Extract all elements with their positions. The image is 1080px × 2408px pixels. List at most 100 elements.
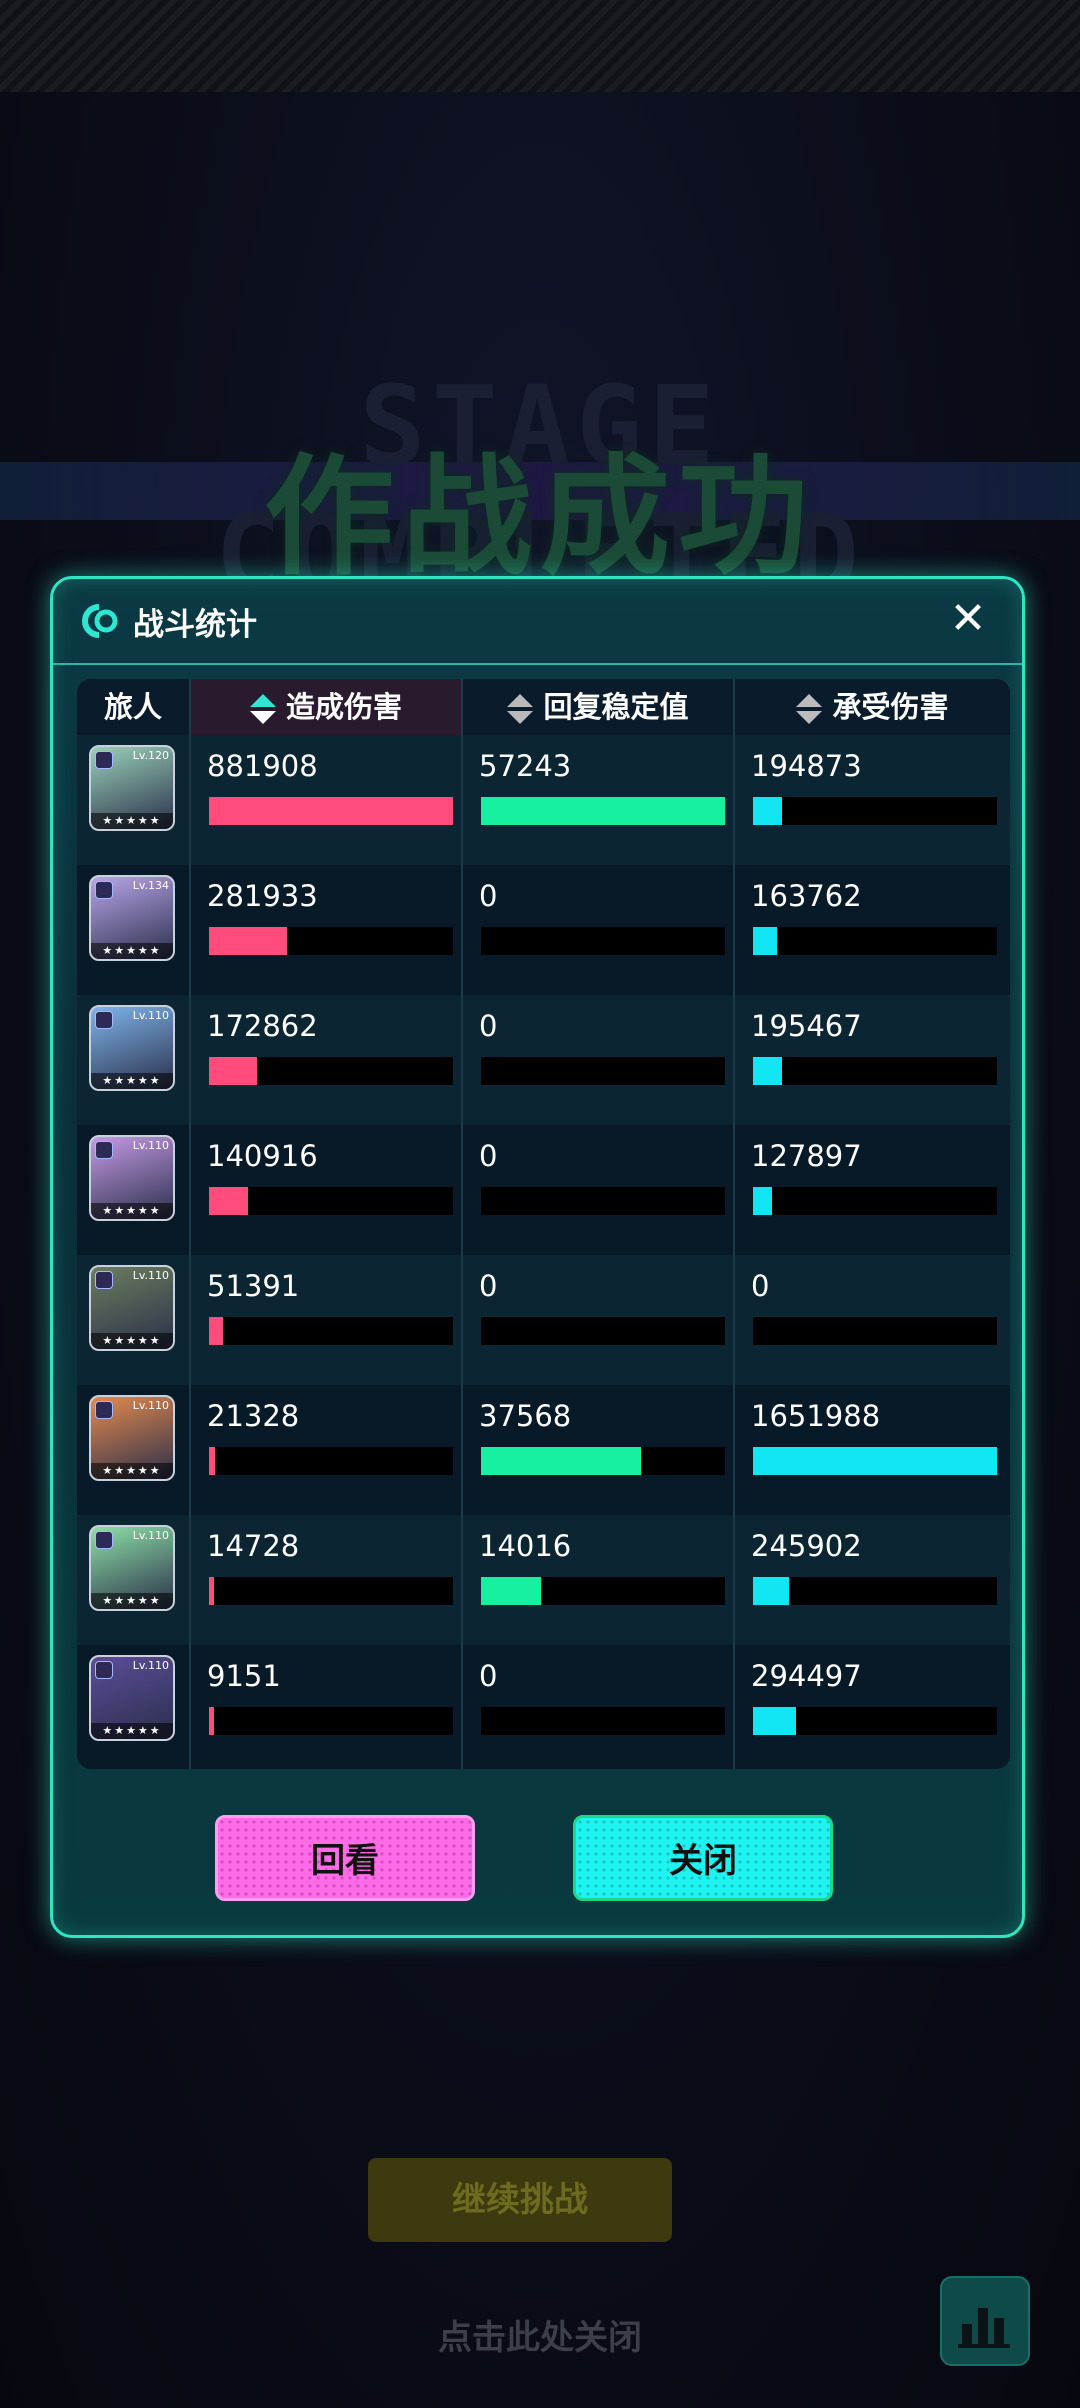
recovery-value: 0	[479, 879, 498, 913]
level-label: Lv.110	[132, 1529, 169, 1542]
damage-dealt-bar	[209, 797, 453, 825]
damage-taken-value: 194873	[751, 749, 862, 783]
damage-taken-bar	[753, 927, 997, 955]
class-icon	[95, 1531, 113, 1549]
damage-taken-bar	[753, 797, 997, 825]
star-rating: ★★★★★	[91, 943, 173, 959]
column-divider	[733, 679, 735, 1769]
damage-taken-bar	[753, 1447, 997, 1475]
bar-fill	[209, 1447, 215, 1475]
class-icon	[95, 881, 113, 899]
bar-fill	[753, 1577, 790, 1605]
column-divider	[461, 679, 463, 1769]
status-bar	[0, 0, 1080, 92]
bar-fill	[753, 797, 782, 825]
damage-dealt-bar	[209, 1317, 453, 1345]
damage-taken-value: 0	[751, 1269, 770, 1303]
damage-dealt-bar	[209, 927, 453, 955]
traveler-avatar[interactable]: Lv.110 ★★★★★	[89, 1525, 175, 1611]
damage-taken-bar	[753, 1707, 997, 1735]
close-button[interactable]: 关闭	[573, 1815, 833, 1901]
table-row: Lv.120 ★★★★★ 881908 57243 194873	[77, 735, 1010, 865]
bar-fill	[209, 1707, 214, 1735]
close-icon[interactable]: ✕	[942, 593, 994, 645]
recovery-bar	[481, 1577, 725, 1605]
damage-taken-value: 195467	[751, 1009, 862, 1043]
sort-icon	[507, 692, 534, 726]
recovery-bar	[481, 797, 725, 825]
class-icon	[95, 1011, 113, 1029]
star-rating: ★★★★★	[91, 1463, 173, 1479]
traveler-avatar[interactable]: Lv.110 ★★★★★	[89, 1135, 175, 1221]
traveler-avatar[interactable]: Lv.110 ★★★★★	[89, 1395, 175, 1481]
star-rating: ★★★★★	[91, 1333, 173, 1349]
class-icon	[95, 1661, 113, 1679]
table-row: Lv.134 ★★★★★ 281933 0 163762	[77, 865, 1010, 995]
damage-dealt-bar	[209, 1187, 453, 1215]
traveler-avatar[interactable]: Lv.120 ★★★★★	[89, 745, 175, 831]
bar-fill	[209, 1187, 248, 1215]
damage-dealt-bar	[209, 1447, 453, 1475]
level-label: Lv.110	[132, 1269, 169, 1282]
damage-taken-bar	[753, 1317, 997, 1345]
panel-header: 战斗统计 ✕	[53, 579, 1022, 665]
tap-to-close-hint[interactable]: 点击此处关闭	[0, 2310, 1080, 2359]
header-damage-taken[interactable]: 承受伤害	[735, 679, 1010, 735]
stats-icon[interactable]	[940, 2276, 1030, 2366]
recovery-value: 37568	[479, 1399, 572, 1433]
damage-dealt-value: 21328	[207, 1399, 300, 1433]
bar-fill	[753, 1707, 797, 1735]
damage-taken-value: 1651988	[751, 1399, 881, 1433]
damage-dealt-value: 9151	[207, 1659, 281, 1693]
header-recovery[interactable]: 回复稳定值	[463, 679, 733, 735]
damage-taken-value: 127897	[751, 1139, 862, 1173]
recovery-bar	[481, 1317, 725, 1345]
bar-fill	[209, 1317, 224, 1345]
traveler-avatar[interactable]: Lv.134 ★★★★★	[89, 875, 175, 961]
replay-button[interactable]: 回看	[215, 1815, 475, 1901]
bar-fill	[753, 1447, 997, 1475]
bar-fill	[209, 797, 453, 825]
damage-dealt-value: 881908	[207, 749, 318, 783]
table-row: Lv.110 ★★★★★ 140916 0 127897	[77, 1125, 1010, 1255]
victory-title: 作战成功	[263, 441, 816, 593]
column-divider	[189, 679, 191, 1769]
bar-fill	[481, 797, 725, 825]
recovery-bar	[481, 1447, 725, 1475]
sort-icon	[796, 692, 823, 726]
star-rating: ★★★★★	[91, 1203, 173, 1219]
table-row: Lv.110 ★★★★★ 14728 14016 245902	[77, 1515, 1010, 1645]
damage-taken-bar	[753, 1057, 997, 1085]
star-rating: ★★★★★	[91, 1073, 173, 1089]
bar-fill	[209, 1057, 257, 1085]
bar-fill	[753, 1057, 782, 1085]
bar-fill	[753, 927, 778, 955]
bar-fill	[481, 1447, 642, 1475]
damage-dealt-value: 172862	[207, 1009, 318, 1043]
damage-taken-value: 163762	[751, 879, 862, 913]
recovery-bar	[481, 1057, 725, 1085]
panel-title: 战斗统计	[133, 607, 257, 643]
header-damage-dealt[interactable]: 造成伤害	[191, 679, 461, 735]
battle-stats-panel: 战斗统计 ✕ 旅人 造成伤害 回复稳定值 承受伤害 Lv.120 ★★★★★ 881…	[50, 576, 1025, 1938]
recovery-value: 0	[479, 1659, 498, 1693]
traveler-avatar[interactable]: Lv.110 ★★★★★	[89, 1005, 175, 1091]
damage-dealt-bar	[209, 1577, 453, 1605]
damage-dealt-bar	[209, 1707, 453, 1735]
recovery-bar	[481, 1187, 725, 1215]
table-row: Lv.110 ★★★★★ 51391 0 0	[77, 1255, 1010, 1385]
class-icon	[95, 1401, 113, 1419]
level-label: Lv.134	[132, 879, 169, 892]
table-row: Lv.110 ★★★★★ 9151 0 294497	[77, 1645, 1010, 1769]
table-row: Lv.110 ★★★★★ 21328 37568 1651988	[77, 1385, 1010, 1515]
recovery-value: 0	[479, 1139, 498, 1173]
class-icon	[95, 1271, 113, 1289]
continue-challenge-button[interactable]: 继续挑战	[368, 2158, 672, 2242]
recovery-bar	[481, 1707, 725, 1735]
recovery-value: 57243	[479, 749, 572, 783]
table-header: 旅人 造成伤害 回复稳定值 承受伤害	[77, 679, 1010, 735]
traveler-avatar[interactable]: Lv.110 ★★★★★	[89, 1655, 175, 1741]
header-travelers: 旅人	[103, 690, 162, 724]
damage-taken-bar	[753, 1187, 997, 1215]
traveler-avatar[interactable]: Lv.110 ★★★★★	[89, 1265, 175, 1351]
